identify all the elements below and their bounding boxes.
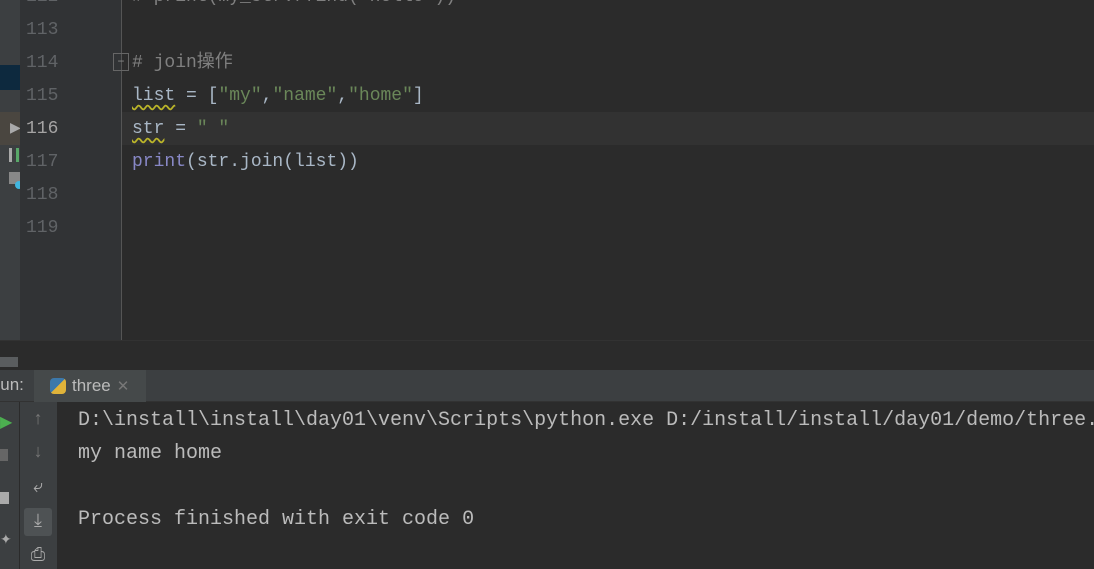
run-gutter-marker: ▶ <box>0 112 21 145</box>
close-icon[interactable]: ✕ <box>117 377 130 395</box>
tab-label: three <box>72 376 111 395</box>
code-text: (str.join(list)) <box>186 152 359 172</box>
horizontal-scrollbar[interactable] <box>0 340 1094 370</box>
code-line-115[interactable]: list = ["my","name","home"] <box>132 80 424 113</box>
run-toolbar-secondary: ↑ ↓ ⤶ ⤓ ⎙ <box>20 402 57 569</box>
line-number: 119 <box>26 218 59 238</box>
stop-icon[interactable] <box>0 449 8 461</box>
python-icon <box>50 378 66 394</box>
string-literal: " " <box>196 119 230 139</box>
layout-icon[interactable] <box>0 492 9 504</box>
rerun-icon[interactable]: ▶ <box>0 412 12 432</box>
run-label: Run: <box>0 375 24 394</box>
line-number: 113 <box>26 20 59 40</box>
line-number: 112 <box>26 0 66 14</box>
soft-wrap-icon[interactable]: ⤶ <box>24 477 52 498</box>
comma: , <box>337 86 349 106</box>
line-number: 114 <box>26 53 59 73</box>
down-arrow-icon[interactable]: ↓ <box>24 443 52 463</box>
scroll-to-end-icon[interactable]: ⤓ <box>24 508 52 536</box>
code-line-112[interactable]: # print(my_str.rfind("hello")) <box>132 0 456 14</box>
operator: = [ <box>175 86 219 106</box>
print-icon[interactable]: ⎙ <box>24 545 52 566</box>
line-number: 118 <box>26 185 59 205</box>
tab-three[interactable]: three ✕ <box>34 370 146 402</box>
line-number: 115 <box>26 86 59 106</box>
builtin-print: print <box>132 152 187 172</box>
console-line: my name home <box>78 442 223 465</box>
console-output[interactable]: D:\install\install\day01\venv\Scripts\py… <box>78 404 1094 536</box>
current-line-highlight <box>122 112 1094 145</box>
variable-str: str <box>132 119 165 139</box>
run-toolbar-primary: ▶ ✦ <box>0 402 20 569</box>
variable-list: list <box>132 86 176 106</box>
console-line: D:\install\install\day01\venv\Scripts\py… <box>78 409 1094 432</box>
run-tab-bar <box>0 370 1094 402</box>
operator: = <box>164 119 197 139</box>
pin-icon[interactable]: ✦ <box>0 532 12 549</box>
scrollbar-thumb[interactable] <box>0 357 18 367</box>
line-number: 117 <box>26 152 59 172</box>
selected-tool-indicator <box>0 65 20 90</box>
string-literal: "home" <box>348 86 413 106</box>
bracket: ] <box>412 86 424 106</box>
string-literal: "my" <box>218 86 262 106</box>
code-line-117[interactable]: print(str.join(list)) <box>132 146 359 179</box>
code-line-114[interactable]: # join操作 <box>132 47 233 80</box>
console-line: Process finished with exit code 0 <box>78 508 475 531</box>
up-arrow-icon[interactable]: ↑ <box>24 410 52 430</box>
line-number-current: 116 <box>26 119 59 139</box>
string-literal: "name" <box>272 86 338 106</box>
comma: , <box>261 86 273 106</box>
chart-icon[interactable] <box>9 148 19 162</box>
fold-icon[interactable]: − <box>113 53 129 71</box>
code-line-116[interactable]: str = " " <box>132 113 229 146</box>
